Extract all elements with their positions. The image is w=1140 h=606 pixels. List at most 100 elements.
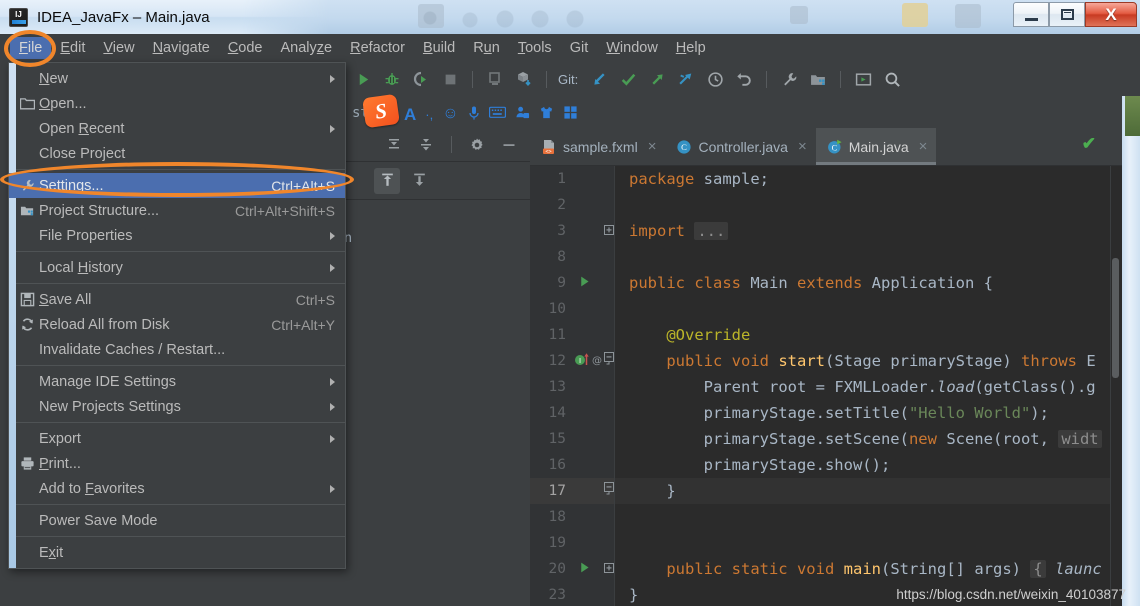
code-line[interactable]: 11 @Override — [530, 322, 1122, 348]
code-text[interactable] — [614, 504, 1122, 530]
code-text[interactable] — [614, 296, 1122, 322]
code-line[interactable]: 20 public static void main(String[] args… — [530, 556, 1122, 582]
scroll-to-source-icon[interactable] — [406, 168, 432, 194]
code-text[interactable]: primaryStage.setTitle("Hello World"); — [614, 400, 1122, 426]
tab-sample-fxml[interactable]: <> sample.fxml × — [530, 128, 665, 165]
close-button[interactable]: X — [1085, 2, 1137, 27]
editor-gutter[interactable]: 23 — [530, 582, 614, 606]
menu-item-power-save-mode[interactable]: Power Save Mode — [9, 508, 345, 533]
editor-gutter[interactable]: 2 — [530, 192, 614, 218]
code-line[interactable]: 17 } — [530, 478, 1122, 504]
menu-item-save-all[interactable]: Save AllCtrl+S — [9, 287, 345, 312]
code-line[interactable]: 3import ... — [530, 218, 1122, 244]
search-everywhere-icon[interactable] — [879, 66, 905, 92]
menu-help[interactable]: Help — [667, 37, 715, 59]
expand-all-icon[interactable] — [413, 132, 439, 158]
menu-item-manage-ide-settings[interactable]: Manage IDE Settings — [9, 369, 345, 394]
editor-gutter[interactable]: 1 — [530, 166, 614, 192]
terminal-icon[interactable] — [850, 66, 876, 92]
code-line[interactable]: 8 — [530, 244, 1122, 270]
menu-item-local-history[interactable]: Local History — [9, 255, 345, 280]
code-line[interactable]: 15 primaryStage.setScene(new Scene(root,… — [530, 426, 1122, 452]
editor-gutter[interactable]: 19 — [530, 530, 614, 556]
git-commit-icon[interactable] — [615, 66, 641, 92]
input-mode-A-icon[interactable]: A — [404, 106, 416, 123]
code-text[interactable]: primaryStage.show(); — [614, 452, 1122, 478]
run-gutter-icon[interactable] — [578, 275, 591, 291]
editor-gutter[interactable]: 9 — [530, 270, 614, 296]
menu-file[interactable]: File — [10, 37, 51, 59]
code-text[interactable] — [614, 244, 1122, 270]
code-line[interactable]: 18 — [530, 504, 1122, 530]
debug-icon[interactable] — [379, 66, 405, 92]
menu-item-new-projects-settings[interactable]: New Projects Settings — [9, 394, 345, 419]
menu-item-exit[interactable]: Exit — [9, 540, 345, 565]
code-line[interactable]: 10 — [530, 296, 1122, 322]
menu-tools[interactable]: Tools — [509, 37, 561, 59]
menu-item-open[interactable]: Open... — [9, 91, 345, 116]
toolbox-icon[interactable] — [563, 105, 578, 123]
code-line[interactable]: 9public class Main extends Application { — [530, 270, 1122, 296]
tab-close-icon[interactable]: × — [648, 138, 657, 155]
sogou-ime-logo-icon[interactable]: S — [362, 94, 400, 128]
menu-run[interactable]: Run — [464, 37, 509, 59]
minimize-button[interactable] — [1013, 2, 1049, 27]
menu-item-invalidate-caches-restart[interactable]: Invalidate Caches / Restart... — [9, 337, 345, 362]
editor-gutter[interactable]: 8 — [530, 244, 614, 270]
gear-icon[interactable] — [464, 132, 490, 158]
voice-input-icon[interactable] — [468, 105, 480, 124]
git-push-icon[interactable] — [644, 66, 670, 92]
code-text[interactable]: } — [614, 478, 1122, 504]
menu-item-reload-all-from-disk[interactable]: Reload All from DiskCtrl+Alt+Y — [9, 312, 345, 337]
run-with-coverage-icon[interactable] — [408, 66, 434, 92]
code-text[interactable]: import ... — [614, 218, 1122, 244]
editor-gutter[interactable]: 20 — [530, 556, 614, 582]
code-line[interactable]: 2 — [530, 192, 1122, 218]
code-text[interactable]: public static void main(String[] args) {… — [614, 556, 1122, 582]
fold-expand-icon[interactable] — [604, 560, 614, 578]
code-text[interactable]: package sample; — [614, 166, 1122, 192]
code-text[interactable]: public void start(Stage primaryStage) th… — [614, 348, 1122, 374]
code-line[interactable]: 12I@ public void start(Stage primaryStag… — [530, 348, 1122, 374]
project-structure-icon[interactable] — [805, 66, 831, 92]
menu-item-print[interactable]: Print... — [9, 451, 345, 476]
project-panel-body[interactable] — [340, 200, 530, 606]
menu-view[interactable]: View — [94, 37, 143, 59]
history-icon[interactable] — [702, 66, 728, 92]
editor-gutter[interactable]: 17 — [530, 478, 614, 504]
menu-item-project-structure[interactable]: Project Structure...Ctrl+Alt+Shift+S — [9, 198, 345, 223]
punctuation-icon[interactable]: ·, — [425, 108, 433, 121]
fold-collapse-icon[interactable] — [604, 352, 614, 371]
git-rollback-arrow-icon[interactable] — [673, 66, 699, 92]
hide-panel-icon[interactable] — [496, 132, 522, 158]
scroll-from-source-icon[interactable] — [374, 168, 400, 194]
undo-icon[interactable] — [731, 66, 757, 92]
tab-close-icon[interactable]: × — [919, 138, 928, 155]
code-line[interactable]: 19 — [530, 530, 1122, 556]
editor-gutter[interactable]: 3 — [530, 218, 614, 244]
menu-git[interactable]: Git — [561, 37, 598, 59]
menu-window[interactable]: Window — [597, 37, 667, 59]
override-gutter-icon[interactable]: I@ — [574, 352, 604, 370]
menu-item-settings[interactable]: Settings...Ctrl+Alt+S — [9, 173, 345, 198]
tab-main-java[interactable]: C Main.java × — [816, 128, 937, 165]
editor-scrollbar-thumb[interactable] — [1112, 258, 1119, 378]
code-line[interactable]: 16 primaryStage.show(); — [530, 452, 1122, 478]
soft-keyboard-icon[interactable] — [489, 106, 506, 122]
code-text[interactable] — [614, 192, 1122, 218]
menu-code[interactable]: Code — [219, 37, 272, 59]
fold-expand-icon[interactable] — [604, 222, 614, 240]
code-text[interactable]: public class Main extends Application { — [614, 270, 1122, 296]
code-text[interactable]: Parent root = FXMLLoader.load(getClass()… — [614, 374, 1122, 400]
code-line[interactable]: 13 Parent root = FXMLLoader.load(getClas… — [530, 374, 1122, 400]
code-text[interactable] — [614, 530, 1122, 556]
menu-refactor[interactable]: Refactor — [341, 37, 414, 59]
inspection-ok-icon[interactable]: ✔ — [1082, 134, 1096, 154]
run-gutter-icon[interactable] — [578, 561, 591, 577]
editor-gutter[interactable]: 18 — [530, 504, 614, 530]
menu-build[interactable]: Build — [414, 37, 464, 59]
editor-gutter[interactable]: 11 — [530, 322, 614, 348]
git-update-icon[interactable] — [586, 66, 612, 92]
editor-gutter[interactable]: 14 — [530, 400, 614, 426]
settings-wrench-icon[interactable] — [776, 66, 802, 92]
